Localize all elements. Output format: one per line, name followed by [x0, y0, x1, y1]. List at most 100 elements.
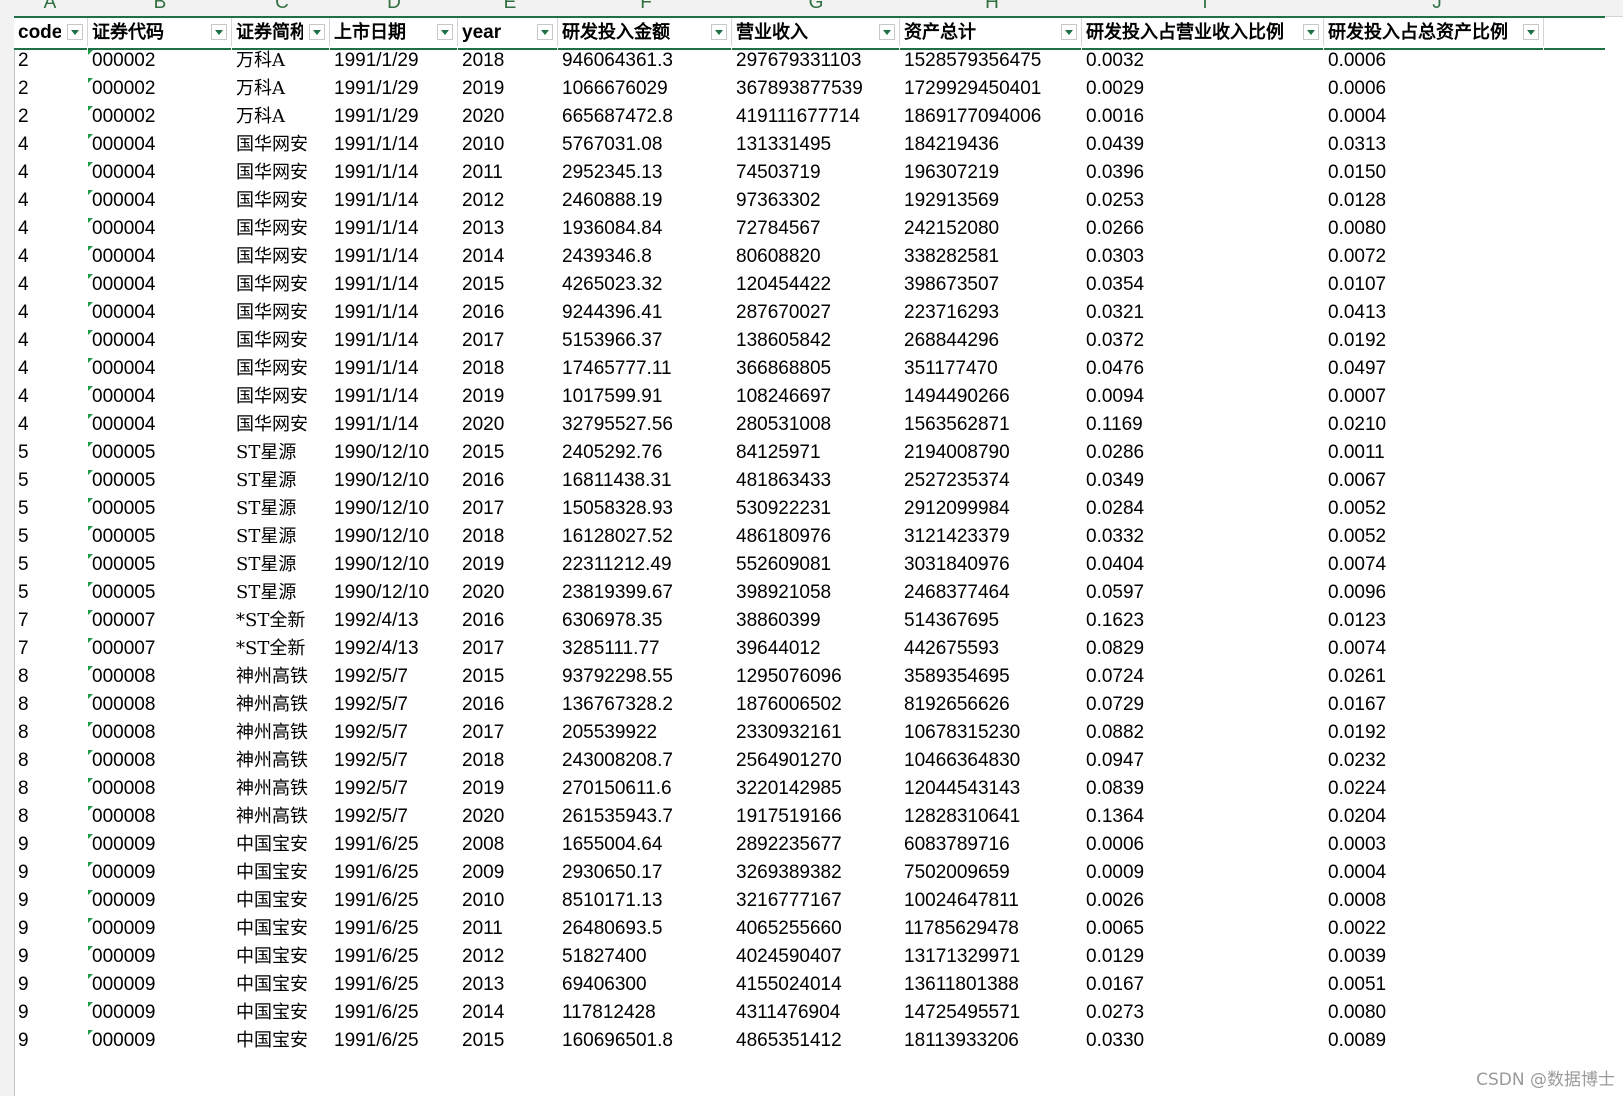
- table-cell[interactable]: 8: [14, 690, 88, 719]
- table-cell[interactable]: 2015: [458, 1026, 558, 1055]
- table-cell[interactable]: 1295076096: [732, 662, 900, 691]
- table-cell[interactable]: 1992/5/7: [330, 690, 458, 719]
- table-cell[interactable]: 5: [14, 550, 88, 579]
- table-cell[interactable]: 000004: [88, 270, 232, 299]
- table-cell[interactable]: 4: [14, 214, 88, 243]
- table-cell[interactable]: 12828310641: [900, 802, 1082, 831]
- table-cell[interactable]: 000004: [88, 242, 232, 271]
- table-cell[interactable]: 000005: [88, 578, 232, 607]
- table-cell[interactable]: 0.0232: [1324, 746, 1544, 775]
- table-cell[interactable]: 000007: [88, 606, 232, 635]
- filter-dropdown-icon[interactable]: [879, 24, 895, 40]
- table-cell[interactable]: 神州高铁: [232, 690, 330, 719]
- table-cell[interactable]: 1990/12/10: [330, 494, 458, 523]
- filter-dropdown-icon[interactable]: [1303, 24, 1319, 40]
- table-cell[interactable]: 1991/6/25: [330, 914, 458, 943]
- table-cell[interactable]: 国华网安: [232, 158, 330, 187]
- table-cell[interactable]: 108246697: [732, 382, 900, 411]
- table-cell[interactable]: 1991/1/14: [330, 382, 458, 411]
- table-cell[interactable]: 2019: [458, 550, 558, 579]
- table-cell[interactable]: 国华网安: [232, 270, 330, 299]
- table-cell[interactable]: 国华网安: [232, 242, 330, 271]
- table-cell[interactable]: 2012: [458, 942, 558, 971]
- table-cell[interactable]: 4: [14, 270, 88, 299]
- table-cell[interactable]: 205539922: [558, 718, 732, 747]
- table-cell[interactable]: 0.0261: [1324, 662, 1544, 691]
- table-cell[interactable]: 1991/1/14: [330, 326, 458, 355]
- column-letter-d[interactable]: D: [374, 0, 414, 16]
- table-cell[interactable]: 1991/1/29: [330, 102, 458, 131]
- table-cell[interactable]: 12044543143: [900, 774, 1082, 803]
- table-cell[interactable]: 2018: [458, 746, 558, 775]
- table-cell[interactable]: 0.1169: [1082, 410, 1324, 439]
- table-cell[interactable]: 2017: [458, 634, 558, 663]
- table-cell[interactable]: 万科A: [232, 74, 330, 103]
- table-cell[interactable]: 11785629478: [900, 914, 1082, 943]
- table-cell[interactable]: 2: [14, 46, 88, 75]
- table-cell[interactable]: 2912099984: [900, 494, 1082, 523]
- header-cell-9[interactable]: 研发投入占总资产比例: [1324, 18, 1544, 48]
- table-cell[interactable]: 0.0074: [1324, 634, 1544, 663]
- table-cell[interactable]: 2011: [458, 158, 558, 187]
- table-cell[interactable]: 196307219: [900, 158, 1082, 187]
- table-cell[interactable]: 351177470: [900, 354, 1082, 383]
- table-cell[interactable]: 7: [14, 606, 88, 635]
- column-letter-b[interactable]: B: [140, 0, 180, 16]
- table-cell[interactable]: 1991/6/25: [330, 970, 458, 999]
- table-cell[interactable]: 000002: [88, 46, 232, 75]
- table-cell[interactable]: 10466364830: [900, 746, 1082, 775]
- table-cell[interactable]: 000009: [88, 998, 232, 1027]
- table-cell[interactable]: 120454422: [732, 270, 900, 299]
- table-cell[interactable]: 0.0321: [1082, 298, 1324, 327]
- table-cell[interactable]: 0.0052: [1324, 522, 1544, 551]
- row-number-gutter[interactable]: [0, 16, 15, 1096]
- table-cell[interactable]: 神州高铁: [232, 774, 330, 803]
- table-cell[interactable]: 1655004.64: [558, 830, 732, 859]
- table-cell[interactable]: 000008: [88, 718, 232, 747]
- table-cell[interactable]: 4: [14, 410, 88, 439]
- table-cell[interactable]: 22311212.49: [558, 550, 732, 579]
- table-cell[interactable]: 4: [14, 298, 88, 327]
- table-cell[interactable]: 3031840976: [900, 550, 1082, 579]
- filter-dropdown-icon[interactable]: [711, 24, 727, 40]
- table-cell[interactable]: 2020: [458, 802, 558, 831]
- header-cell-7[interactable]: 资产总计: [900, 18, 1082, 48]
- table-cell[interactable]: 中国宝安: [232, 886, 330, 915]
- filter-dropdown-icon[interactable]: [1061, 24, 1077, 40]
- table-cell[interactable]: 8: [14, 802, 88, 831]
- table-cell[interactable]: 117812428: [558, 998, 732, 1027]
- table-cell[interactable]: 000004: [88, 158, 232, 187]
- table-cell[interactable]: 0.0192: [1324, 718, 1544, 747]
- table-cell[interactable]: 1991/1/14: [330, 214, 458, 243]
- table-cell[interactable]: 0.0729: [1082, 690, 1324, 719]
- table-cell[interactable]: 2018: [458, 46, 558, 75]
- table-cell[interactable]: 0.0313: [1324, 130, 1544, 159]
- table-cell[interactable]: 000009: [88, 914, 232, 943]
- table-cell[interactable]: 0.0065: [1082, 914, 1324, 943]
- table-cell[interactable]: 3220142985: [732, 774, 900, 803]
- table-cell[interactable]: 1017599.91: [558, 382, 732, 411]
- table-cell[interactable]: 80608820: [732, 242, 900, 271]
- table-cell[interactable]: ST星源: [232, 438, 330, 467]
- table-cell[interactable]: 0.0439: [1082, 130, 1324, 159]
- table-cell[interactable]: 280531008: [732, 410, 900, 439]
- table-cell[interactable]: 2019: [458, 774, 558, 803]
- table-cell[interactable]: 2930650.17: [558, 858, 732, 887]
- table-cell[interactable]: 2527235374: [900, 466, 1082, 495]
- table-cell[interactable]: 13611801388: [900, 970, 1082, 999]
- header-cell-4[interactable]: year: [458, 18, 558, 48]
- table-cell[interactable]: 1066676029: [558, 74, 732, 103]
- table-cell[interactable]: 0.0354: [1082, 270, 1324, 299]
- header-cell-8[interactable]: 研发投入占营业收入比例: [1082, 18, 1324, 48]
- table-cell[interactable]: 0.0107: [1324, 270, 1544, 299]
- table-cell[interactable]: 223716293: [900, 298, 1082, 327]
- table-cell[interactable]: 2460888.19: [558, 186, 732, 215]
- column-letter-i[interactable]: I: [1185, 0, 1225, 16]
- table-cell[interactable]: 2019: [458, 74, 558, 103]
- table-cell[interactable]: 0.0026: [1082, 886, 1324, 915]
- table-cell[interactable]: 2013: [458, 214, 558, 243]
- table-cell[interactable]: 0.0004: [1324, 858, 1544, 887]
- table-cell[interactable]: 5153966.37: [558, 326, 732, 355]
- table-cell[interactable]: 38860399: [732, 606, 900, 635]
- table-cell[interactable]: 000004: [88, 354, 232, 383]
